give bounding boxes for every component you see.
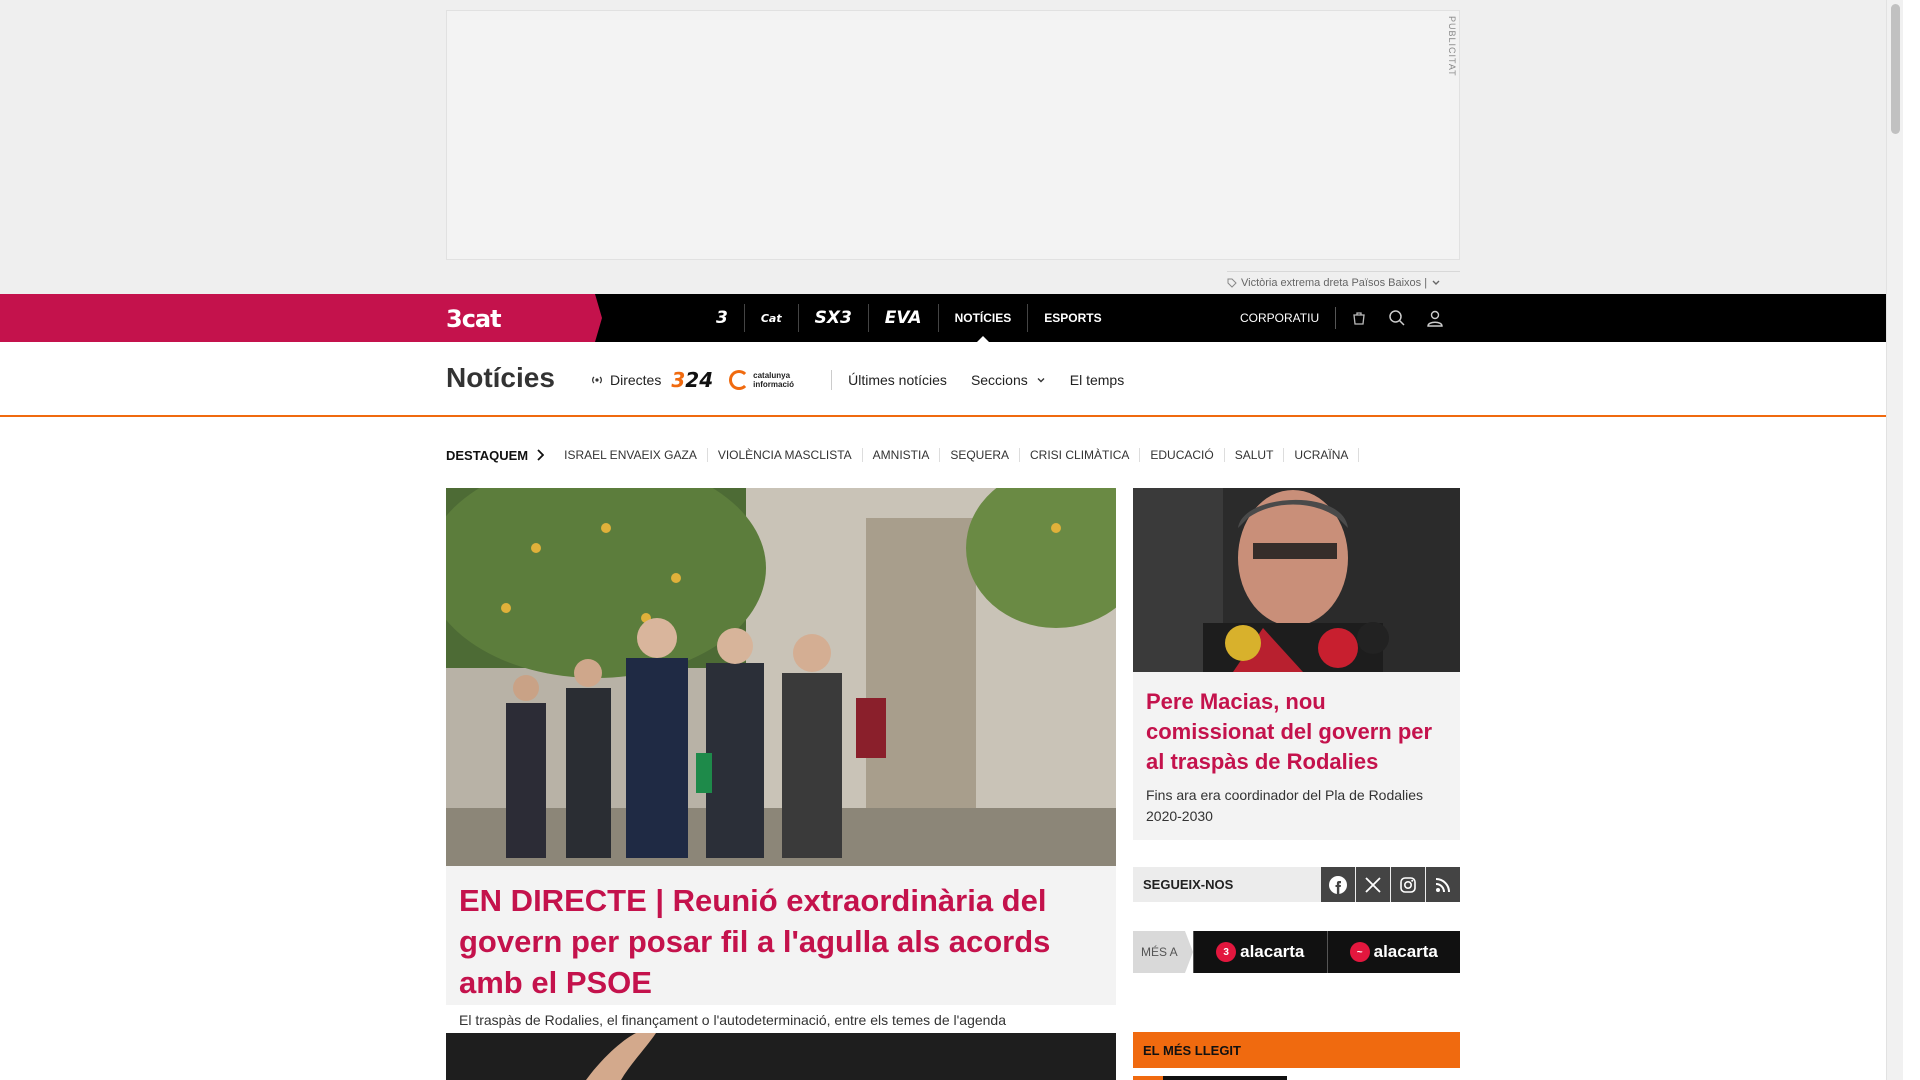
directes-label: Directes bbox=[610, 372, 662, 388]
catinfo-label: catalunya informació bbox=[753, 371, 795, 389]
destaquem-heading[interactable]: DESTAQUEM bbox=[446, 447, 545, 463]
chevron-down-icon[interactable] bbox=[1431, 278, 1441, 288]
live-signal-icon bbox=[592, 376, 602, 384]
chevron-down-icon bbox=[1037, 378, 1045, 383]
main-article-photo[interactable] bbox=[446, 488, 1116, 866]
nav-noticies[interactable]: NOTÍCIES bbox=[939, 304, 1029, 342]
follow-bar: SEGUEIX-NOS bbox=[1133, 867, 1460, 902]
news-ticker[interactable]: Victòria extrema dreta Països Baixos | bbox=[1227, 271, 1460, 291]
nav-catradio[interactable]: Cat bbox=[745, 304, 799, 332]
scrollbar-thumb[interactable] bbox=[1891, 4, 1900, 134]
sx3-logo-icon: SX3 bbox=[814, 308, 852, 328]
nav-esports[interactable]: ESPORTS bbox=[1028, 304, 1117, 332]
mes-llegit-tabs[interactable] bbox=[1133, 1076, 1287, 1080]
corporatiu-link[interactable]: CORPORATIU bbox=[1240, 307, 1337, 329]
topic-link[interactable]: UCRAÏNA bbox=[1284, 448, 1360, 462]
scrollbar[interactable] bbox=[1886, 0, 1903, 1080]
alacarta-label: alacarta bbox=[1240, 942, 1305, 961]
top-nav: 3cat 3 Cat SX3 EVA NOTÍCIES ESPORTS CORP… bbox=[0, 294, 1903, 342]
side-article-photo[interactable] bbox=[1133, 488, 1460, 672]
mes-a-alacarta: MÉS A 3 alacarta ~ alacarta bbox=[1133, 931, 1460, 973]
nav-eva[interactable]: EVA bbox=[869, 304, 939, 332]
topic-link[interactable]: EDUCACIÓ bbox=[1140, 448, 1225, 462]
side-article[interactable]: Pere Macias, nou comissionat del govern … bbox=[1133, 488, 1460, 840]
chevron-right-icon bbox=[537, 449, 545, 461]
second-article-photo[interactable] bbox=[446, 1033, 1116, 1080]
search-icon[interactable] bbox=[1378, 294, 1416, 342]
destaquem-bar: DESTAQUEM ISRAEL ENVAEIX GAZA VIOLÈNCIA … bbox=[446, 445, 1360, 465]
seccions-dropdown[interactable]: Seccions bbox=[971, 372, 1046, 388]
facebook-icon[interactable] bbox=[1321, 867, 1355, 902]
nav-tv3[interactable]: 3 bbox=[700, 304, 745, 332]
topic-link[interactable]: AMNISTIA bbox=[863, 448, 941, 462]
destaquem-label: DESTAQUEM bbox=[446, 447, 529, 463]
shop-icon[interactable] bbox=[1340, 294, 1378, 342]
instagram-icon[interactable] bbox=[1391, 867, 1425, 902]
324-logo[interactable]: 324 bbox=[671, 368, 713, 392]
follow-label: SEGUEIX-NOS bbox=[1143, 877, 1234, 892]
seccions-label: Seccions bbox=[970, 372, 1028, 388]
3cat-logo[interactable]: 3cat bbox=[446, 305, 502, 333]
ad-label: PUBLICITAT bbox=[1447, 16, 1457, 77]
brand-band bbox=[0, 294, 602, 342]
page: PUBLICITAT Victòria extrema dreta Països… bbox=[0, 0, 1903, 1080]
mes-llegit-header: EL MÉS LLEGIT bbox=[1133, 1032, 1460, 1068]
ad-zone: PUBLICITAT Victòria extrema dreta Països… bbox=[0, 0, 1903, 294]
topic-link[interactable]: ISRAEL ENVAEIX GAZA bbox=[554, 448, 708, 462]
side-article-title[interactable]: Pere Macias, nou comissionat del govern … bbox=[1146, 687, 1446, 777]
side-article-summary: Fins ara era coordinador del Pla de Roda… bbox=[1146, 787, 1424, 824]
x-icon[interactable] bbox=[1356, 867, 1390, 902]
channel-nav: 3 Cat SX3 EVA NOTÍCIES ESPORTS bbox=[700, 294, 1118, 342]
catradio-alacarta-link[interactable]: ~ alacarta bbox=[1326, 931, 1460, 973]
user-icon[interactable] bbox=[1416, 294, 1454, 342]
section-nav: Directes 324 catalunya informació Últime… bbox=[590, 368, 1148, 392]
section-header: Notícies Directes 324 catalunya informac… bbox=[0, 342, 1903, 417]
ultimes-noticies-link[interactable]: Últimes notícies bbox=[848, 372, 947, 388]
page-title[interactable]: Notícies bbox=[446, 362, 555, 394]
nav-right: CORPORATIU bbox=[1240, 294, 1454, 342]
el-temps-link[interactable]: El temps bbox=[1070, 372, 1124, 388]
ad-banner[interactable] bbox=[446, 10, 1460, 260]
topic-link[interactable]: SEQUERA bbox=[940, 448, 1021, 462]
side-article-text: Pere Macias, nou comissionat del govern … bbox=[1146, 687, 1446, 827]
catradio-badge-icon: ~ bbox=[1349, 942, 1370, 962]
tag-icon bbox=[1227, 278, 1237, 288]
main-article-summary: El traspàs de Rodalies, el finançament o… bbox=[459, 1012, 1006, 1028]
alacarta-label: alacarta bbox=[1373, 942, 1438, 961]
ci-ring-icon bbox=[729, 370, 750, 390]
directes-link[interactable]: Directes bbox=[590, 372, 661, 388]
topic-link[interactable]: VIOLÈNCIA MASCLISTA bbox=[708, 448, 863, 462]
main-article-text: EN DIRECTE | Reunió extraordinària del g… bbox=[459, 880, 1099, 1028]
main-article-title[interactable]: EN DIRECTE | Reunió extraordinària del g… bbox=[459, 880, 1099, 1003]
topic-link[interactable]: SALUT bbox=[1225, 448, 1285, 462]
tv3-logo-icon: 3 bbox=[716, 308, 728, 328]
catradio-logo-icon: Cat bbox=[760, 311, 782, 325]
brand-label: 3cat bbox=[446, 305, 502, 333]
nav-sx3[interactable]: SX3 bbox=[799, 304, 869, 332]
topic-link[interactable]: CRISI CLIMÀTICA bbox=[1020, 448, 1141, 462]
catalunya-informacio-logo[interactable]: catalunya informació bbox=[729, 370, 833, 390]
tv3-alacarta-link[interactable]: 3 alacarta bbox=[1193, 931, 1327, 973]
ticker-text: Victòria extrema dreta Països Baixos | bbox=[1241, 276, 1428, 289]
rss-icon[interactable] bbox=[1426, 867, 1460, 902]
main-article[interactable]: EN DIRECTE | Reunió extraordinària del g… bbox=[446, 488, 1116, 1028]
eva-logo-icon: EVA bbox=[884, 308, 922, 328]
mes-a-label: MÉS A bbox=[1133, 931, 1193, 973]
tv3-badge-icon: 3 bbox=[1216, 942, 1237, 962]
